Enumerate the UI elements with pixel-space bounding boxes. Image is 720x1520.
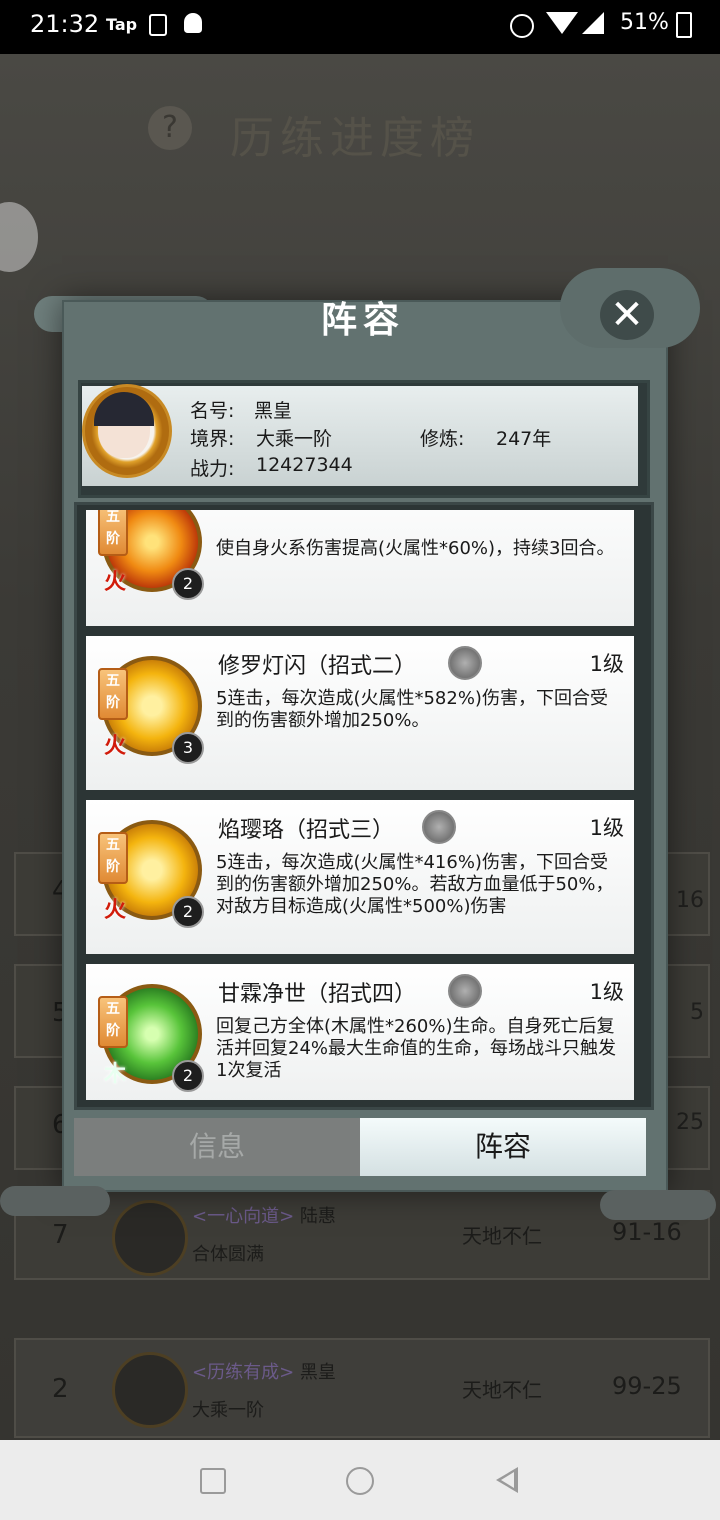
skill-description: 5连击，每次造成(火属性*416%)伤害，下回合受到的伤害额外增加250%。若敌… <box>216 852 614 917</box>
element-label: 火 <box>104 734 127 759</box>
row-rank: 7 <box>52 1220 69 1250</box>
power-value: 12427344 <box>256 454 353 476</box>
skill-card[interactable]: 五阶 火 2 焰璎珞（招式三） 1级 5连击，每次造成(火属性*416%)伤害，… <box>86 800 634 954</box>
my-rank-row[interactable]: 2 <历练有成> 黑皇 大乘一阶 天地不仁 99-25 <box>14 1338 710 1438</box>
power-label: 战力: <box>190 458 235 480</box>
skill-card[interactable]: 五阶 火 3 修罗灯闪（招式二） 1级 5连击，每次造成(火属性*582%)伤害… <box>86 636 634 790</box>
row-difficulty: 天地不仁 <box>462 1378 542 1402</box>
tier-badge: 五阶 <box>98 510 128 556</box>
signal-icon <box>582 12 604 34</box>
help-button[interactable]: ? <box>148 106 192 150</box>
element-label: 火 <box>104 570 127 595</box>
battery-percent: 51% <box>620 10 669 35</box>
row-progress: 99-25 <box>612 1372 682 1400</box>
download-icon <box>149 14 167 36</box>
row-title-tag: <历练有成> <box>192 1362 295 1383</box>
skill-name: 焰璎珞（招式三） <box>218 818 395 843</box>
alarm-icon <box>510 14 534 38</box>
tab-lineup[interactable]: 阵容 <box>360 1118 646 1176</box>
tier-badge: 五阶 <box>98 996 128 1048</box>
player-realm: 大乘一阶 <box>256 428 333 450</box>
player-avatar <box>76 378 172 482</box>
skill-type-icon[interactable] <box>448 646 482 680</box>
back-icon[interactable] <box>496 1467 518 1493</box>
skill-card[interactable]: 五阶 木 2 甘霖净世（招式四） 1级 回复己方全体(木属性*260%)生命。自… <box>86 964 634 1100</box>
player-name-label: 名号: <box>190 400 235 422</box>
row-title-tag: <一心向道> <box>192 1206 295 1227</box>
skill-description: 使自身火系伤害提高(火属性*60%)，持续3回合。 <box>216 538 615 559</box>
cultivation-label: 修炼: <box>420 428 465 450</box>
close-button[interactable]: ✕ <box>600 290 654 340</box>
status-time: 21:32 <box>30 10 100 38</box>
row-player-name: 黑皇 <box>299 1362 336 1383</box>
row-progress: 5 <box>690 1000 704 1025</box>
notification-app-icon <box>184 13 202 33</box>
skill-count-badge: 2 <box>172 568 204 600</box>
skill-level: 1级 <box>589 652 624 676</box>
skill-name: 修罗灯闪（招式二） <box>218 654 417 679</box>
row-name: <历练有成> 黑皇 <box>192 1358 336 1384</box>
skill-level: 1级 <box>589 816 624 840</box>
recent-apps-icon[interactable] <box>200 1468 226 1494</box>
player-realm-label: 境界: <box>190 428 235 450</box>
battery-icon <box>676 12 692 38</box>
skill-type-icon[interactable] <box>422 810 456 844</box>
row-progress: 91-16 <box>612 1218 682 1246</box>
modal-title: 阵容 <box>320 299 405 341</box>
tier-badge: 五阶 <box>98 668 128 720</box>
skill-icon: 五阶 火 2 <box>98 814 204 928</box>
system-nav-bar <box>0 1440 720 1520</box>
row-name: <一心向道> 陆惠 <box>192 1202 336 1228</box>
element-label: 火 <box>104 898 127 923</box>
skill-level: 1级 <box>589 980 624 1004</box>
status-bar: 21:32 Tap 51% <box>0 0 720 54</box>
skill-icon: 五阶 木 2 <box>98 978 204 1092</box>
row-rank: 2 <box>52 1374 69 1404</box>
home-icon[interactable] <box>346 1467 374 1495</box>
leaderboard-title: 历练进度榜 <box>230 113 480 164</box>
row-realm: 大乘一阶 <box>192 1400 264 1421</box>
row-progress: 16 <box>676 888 704 913</box>
skill-icon: 五阶 火 2 <box>98 510 204 600</box>
cloud-decoration <box>0 1186 110 1216</box>
skill-count-badge: 2 <box>172 1060 204 1092</box>
skill-name: 甘霖净世（招式四） <box>218 982 417 1007</box>
cloud-decoration <box>600 1190 716 1220</box>
skill-type-icon[interactable] <box>448 974 482 1008</box>
skill-description: 5连击，每次造成(火属性*582%)伤害，下回合受到的伤害额外增加250%。 <box>216 688 608 731</box>
row-difficulty: 天地不仁 <box>462 1224 542 1248</box>
skill-card[interactable]: 五阶 火 2 使自身火系伤害提高(火属性*60%)，持续3回合。 <box>86 510 634 626</box>
skill-count-badge: 2 <box>172 896 204 928</box>
skill-description: 回复己方全体(木属性*260%)生命。自身死亡后复活并回复24%最大生命值的生命… <box>216 1016 617 1081</box>
player-name: 黑皇 <box>254 400 293 422</box>
tab-info[interactable]: 信息 <box>74 1118 360 1176</box>
skill-icon: 五阶 火 3 <box>98 650 204 764</box>
skill-list[interactable]: 五阶 火 2 使自身火系伤害提高(火属性*60%)，持续3回合。 五阶 火 3 … <box>86 510 634 1100</box>
row-realm: 合体圆满 <box>192 1244 264 1265</box>
cultivation-value: 247年 <box>496 428 552 450</box>
element-label: 木 <box>104 1062 127 1087</box>
yinyang-icon <box>0 202 38 272</box>
row-progress: 25 <box>676 1110 704 1135</box>
avatar <box>112 1352 188 1428</box>
row-player-name: 陆惠 <box>299 1206 336 1227</box>
tier-badge: 五阶 <box>98 832 128 884</box>
tap-app-icon: Tap <box>106 15 138 34</box>
avatar <box>112 1200 188 1276</box>
wifi-icon <box>546 12 578 34</box>
skill-count-badge: 3 <box>172 732 204 764</box>
